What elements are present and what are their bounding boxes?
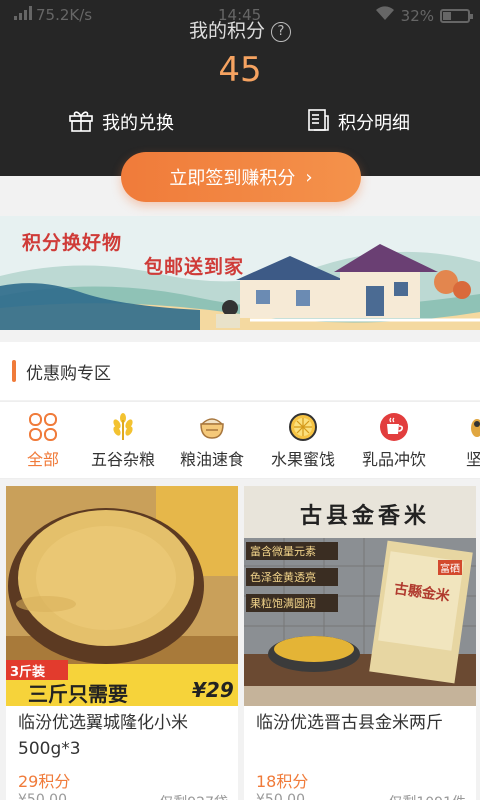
promo-banner[interactable]: 积分换好物 包邮送到家 bbox=[0, 216, 480, 330]
product-name: 临汾优选翼城隆化小米500g*3 bbox=[18, 713, 188, 759]
points-header: 75.2K/s 14:45 32% 我的积分? 45 我的兑换 积分明细 bbox=[0, 0, 480, 176]
original-price: ¥50.00 bbox=[256, 792, 305, 800]
product-image-title: 古县金香米 bbox=[300, 504, 431, 529]
points-detail-button[interactable]: 积分明细 bbox=[306, 106, 410, 138]
help-icon[interactable]: ? bbox=[271, 21, 291, 42]
product-image-caption: 三斤只需要 bbox=[28, 682, 128, 706]
tab-fruit-label: 水果蜜饯 bbox=[270, 450, 335, 469]
points-value: 45 bbox=[218, 50, 262, 90]
chevron-right-icon: › bbox=[305, 166, 313, 188]
lemon-icon bbox=[288, 412, 318, 442]
banner-subheadline: 包邮送到家 bbox=[144, 256, 245, 278]
tab-grains-label: 五谷杂粮 bbox=[90, 450, 155, 469]
points-detail-label: 积分明细 bbox=[338, 113, 410, 134]
nut-icon bbox=[459, 412, 480, 442]
tab-fruit[interactable]: 水果蜜饯 bbox=[255, 412, 351, 470]
section-accent-bar bbox=[12, 360, 16, 382]
category-tabs: 全部 五谷杂粮 粮油速食 水果蜜饯 乳品冲饮 坚 bbox=[0, 401, 480, 479]
tab-oil-food-label: 粮油速食 bbox=[179, 450, 244, 469]
section-title: 优惠购专区 bbox=[26, 364, 111, 384]
tab-nuts-label: 坚 bbox=[465, 450, 480, 469]
image-feature-2: 色泽金黄透亮 bbox=[250, 571, 316, 584]
product-name: 临汾优选晋古县金米两斤 bbox=[256, 713, 443, 733]
stock-left: 仅剩927袋 bbox=[159, 792, 228, 800]
sign-in-label: 立即签到赚积分 bbox=[169, 168, 296, 189]
rice-bowl-icon bbox=[197, 412, 227, 442]
sign-in-button[interactable]: 立即签到赚积分 › bbox=[121, 152, 361, 202]
stock-left: 仅剩1091件 bbox=[388, 792, 466, 800]
my-exchange-label: 我的兑换 bbox=[102, 113, 174, 134]
my-exchange-button[interactable]: 我的兑换 bbox=[68, 106, 174, 138]
list-doc-icon bbox=[306, 108, 330, 137]
product-points: 18积分 bbox=[256, 772, 309, 791]
points-title: 我的积分 bbox=[188, 20, 265, 42]
product-points: 29积分 bbox=[18, 772, 71, 791]
cup-icon bbox=[379, 412, 409, 442]
tab-nuts[interactable]: 坚 bbox=[426, 412, 480, 470]
product-card[interactable]: 3斤装 三斤只需要 ¥29 临汾优选翼城隆化小米500g*3 29积分 ¥50.… bbox=[6, 486, 238, 800]
product-image-price: ¥29 bbox=[192, 678, 234, 702]
points-title-row: 我的积分? bbox=[0, 16, 480, 43]
banner-headline: 积分换好物 bbox=[22, 232, 123, 254]
grid-icon bbox=[28, 412, 58, 442]
image-feature-1: 富含微量元素 bbox=[250, 545, 316, 558]
product-image: 3斤装 三斤只需要 ¥29 bbox=[6, 486, 238, 706]
gift-icon bbox=[68, 108, 94, 137]
product-card[interactable]: 古县金香米 富含微量元素 色泽金黄透亮 果粒饱满圆润 古縣金米 富硒 临汾优选晋… bbox=[244, 486, 476, 800]
wheat-icon bbox=[108, 412, 138, 442]
bag-badge: 富硒 bbox=[438, 560, 462, 575]
image-feature-3: 果粒饱满圆润 bbox=[250, 597, 316, 610]
discount-section-header: 优惠购专区 bbox=[0, 342, 480, 400]
tab-grains[interactable]: 五谷杂粮 bbox=[75, 412, 171, 470]
original-price: ¥50.00 bbox=[18, 792, 67, 800]
product-image: 古县金香米 富含微量元素 色泽金黄透亮 果粒饱满圆润 古縣金米 富硒 bbox=[244, 486, 476, 706]
tab-oil-food[interactable]: 粮油速食 bbox=[164, 412, 260, 470]
